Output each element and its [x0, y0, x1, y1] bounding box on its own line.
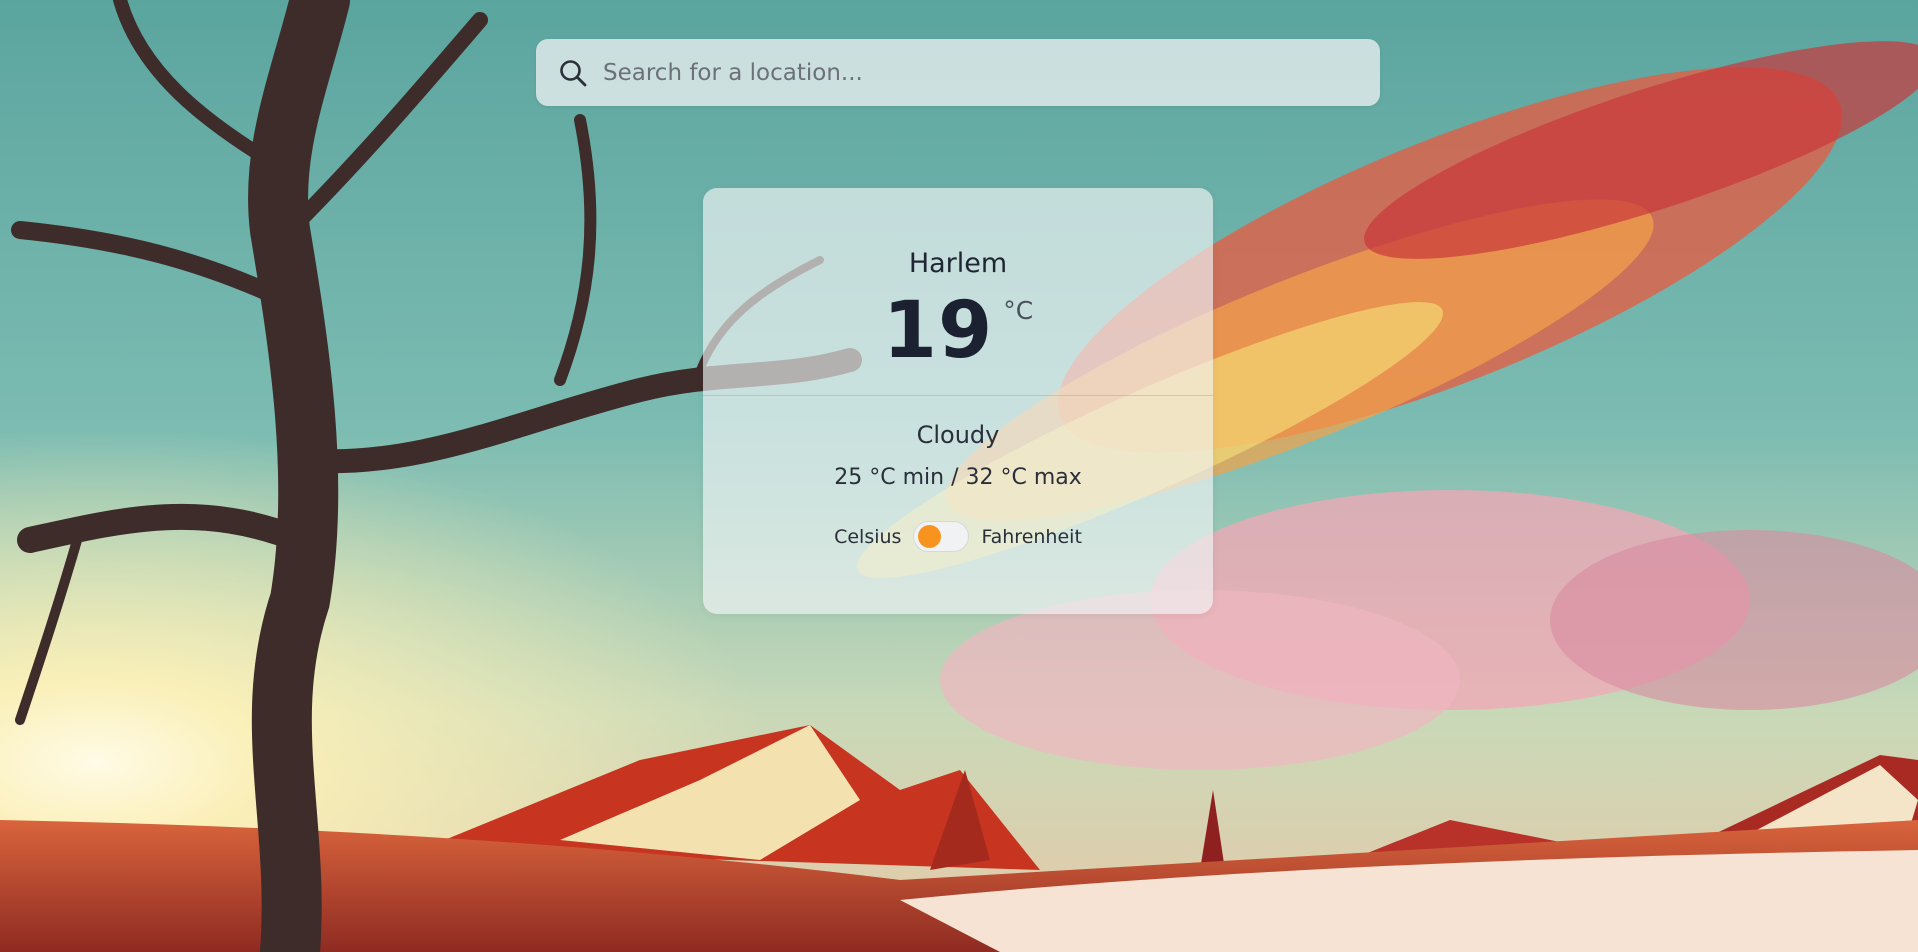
celsius-label: Celsius	[834, 525, 902, 548]
toggle-knob	[918, 525, 942, 548]
temperature-unit: °C	[1003, 296, 1034, 325]
fahrenheit-label: Fahrenheit	[981, 525, 1082, 548]
weather-condition: Cloudy	[916, 421, 1000, 449]
current-temperature: 19	[882, 286, 994, 376]
weather-card: Harlem 19 °C Cloudy 25 °C min / 32 °C ma…	[703, 188, 1213, 614]
search-icon	[558, 58, 588, 88]
city-name: Harlem	[908, 248, 1008, 279]
divider	[703, 395, 1213, 396]
unit-toggle-switch[interactable]	[913, 521, 970, 552]
temperature-display: 19 °C	[703, 292, 1213, 370]
min-max-temperature: 25 °C min / 32 °C max	[834, 465, 1082, 490]
search-input[interactable]	[601, 58, 1365, 87]
location-search-bar[interactable]	[536, 39, 1380, 106]
unit-toggle-row: Celsius Fahrenheit	[703, 521, 1213, 552]
